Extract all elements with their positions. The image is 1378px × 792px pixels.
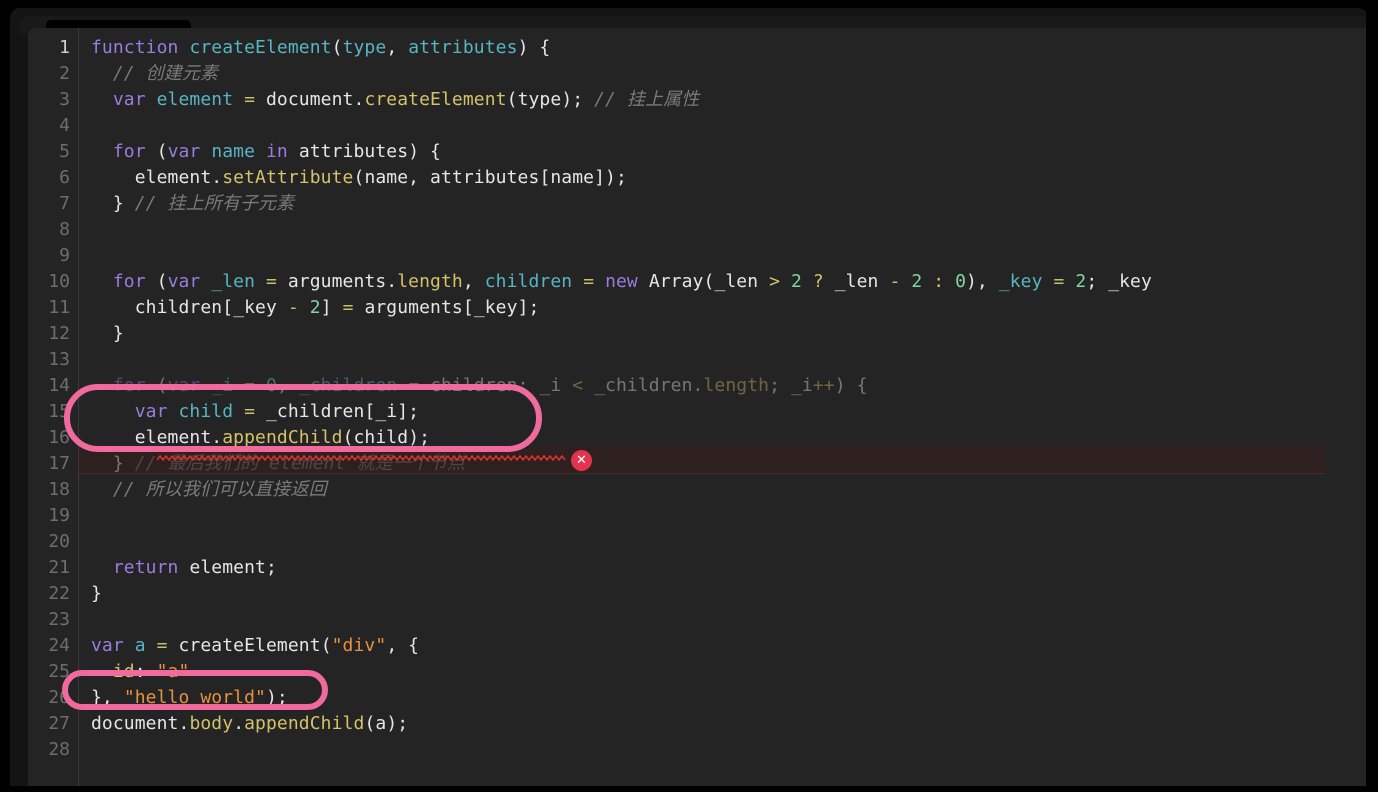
code-line-27: document.body.appendChild(a); [91, 713, 409, 734]
line-number-25: 25 [48, 661, 70, 682]
line-number-gutter: 1 2 3 4 5 6 7 8 9 10 11 12 13 14 15 16 17 18 19 20 21 22 23 24 2… [28, 28, 78, 786]
code-line-26: }, "hello world"); [91, 687, 288, 708]
line-number-8: 8 [59, 219, 70, 240]
code-line-1: function createElement(type, attributes)… [91, 37, 551, 58]
line-number-11: 11 [48, 297, 70, 318]
code-line-15: var child = _children[_i]; [134, 401, 420, 422]
line-number-26: 26 [48, 687, 70, 708]
code-line-2: // 创建元素 [91, 63, 219, 84]
code-line-18: // 所以我们可以直接返回 [91, 479, 327, 500]
code-line-6: element.setAttribute(name, attributes[na… [134, 167, 627, 188]
line-number-24: 24 [48, 635, 70, 656]
line-number-13: 13 [48, 349, 70, 370]
code-line-22: } [91, 583, 102, 604]
code-line-24: var a = createElement("div", { [91, 635, 420, 656]
line-number-22: 22 [48, 583, 70, 604]
code-line-3: var element = document.createElement(typ… [112, 89, 700, 110]
line-number-1: 1 [59, 37, 70, 58]
line-number-5: 5 [59, 141, 70, 162]
line-number-23: 23 [48, 609, 70, 630]
code-line-7: } // 挂上所有子元素 [112, 193, 295, 214]
line-number-14: 14 [48, 375, 70, 396]
code-line-5: for (var name in attributes) { [112, 141, 441, 162]
error-badge-icon[interactable]: ✕ [571, 450, 592, 471]
error-squiggle [156, 446, 567, 462]
code-content[interactable]: function createElement(type, attributes)… [79, 28, 1368, 786]
line-number-3: 3 [59, 89, 70, 110]
line-number-4: 4 [59, 115, 70, 136]
code-line-10: for (var _len = arguments.length, childr… [112, 271, 1152, 292]
code-editor-surface[interactable]: 1 2 3 4 5 6 7 8 9 10 11 12 13 14 15 16 17 18 19 20 21 22 23 24 2… [28, 28, 1368, 786]
line-number-12: 12 [48, 323, 70, 344]
code-line-11: children[_key - 2] = arguments[_key]; [134, 297, 540, 318]
line-number-27: 27 [48, 713, 70, 734]
line-number-19: 19 [48, 505, 70, 526]
line-number-18: 18 [48, 479, 70, 500]
line-number-6: 6 [59, 167, 70, 188]
line-number-28: 28 [48, 739, 70, 760]
window-chrome: 1 2 3 4 5 6 7 8 9 10 11 12 13 14 15 16 17 18 19 20 21 22 23 24 2… [10, 8, 1368, 786]
code-line-14: for (var _i = 0, _children = children; _… [112, 375, 868, 396]
code-line-21: return element; [112, 557, 277, 578]
window-right-border [1366, 0, 1378, 792]
window-bottom-border [0, 786, 1378, 792]
line-number-21: 21 [48, 557, 70, 578]
code-line-12: } [112, 323, 124, 344]
line-number-15: 15 [48, 401, 70, 422]
editor-window: 1 2 3 4 5 6 7 8 9 10 11 12 13 14 15 16 17 18 19 20 21 22 23 24 2… [0, 0, 1378, 792]
code-line-25: id: "a" [112, 661, 190, 682]
line-number-2: 2 [59, 63, 70, 84]
window-left-border [0, 0, 10, 792]
line-number-10: 10 [48, 271, 70, 292]
line-number-17: 17 [48, 453, 70, 474]
window-top-border [0, 0, 1378, 8]
line-number-7: 7 [59, 193, 70, 214]
line-number-9: 9 [59, 245, 70, 266]
line-number-20: 20 [48, 531, 70, 552]
line-number-16: 16 [48, 427, 70, 448]
